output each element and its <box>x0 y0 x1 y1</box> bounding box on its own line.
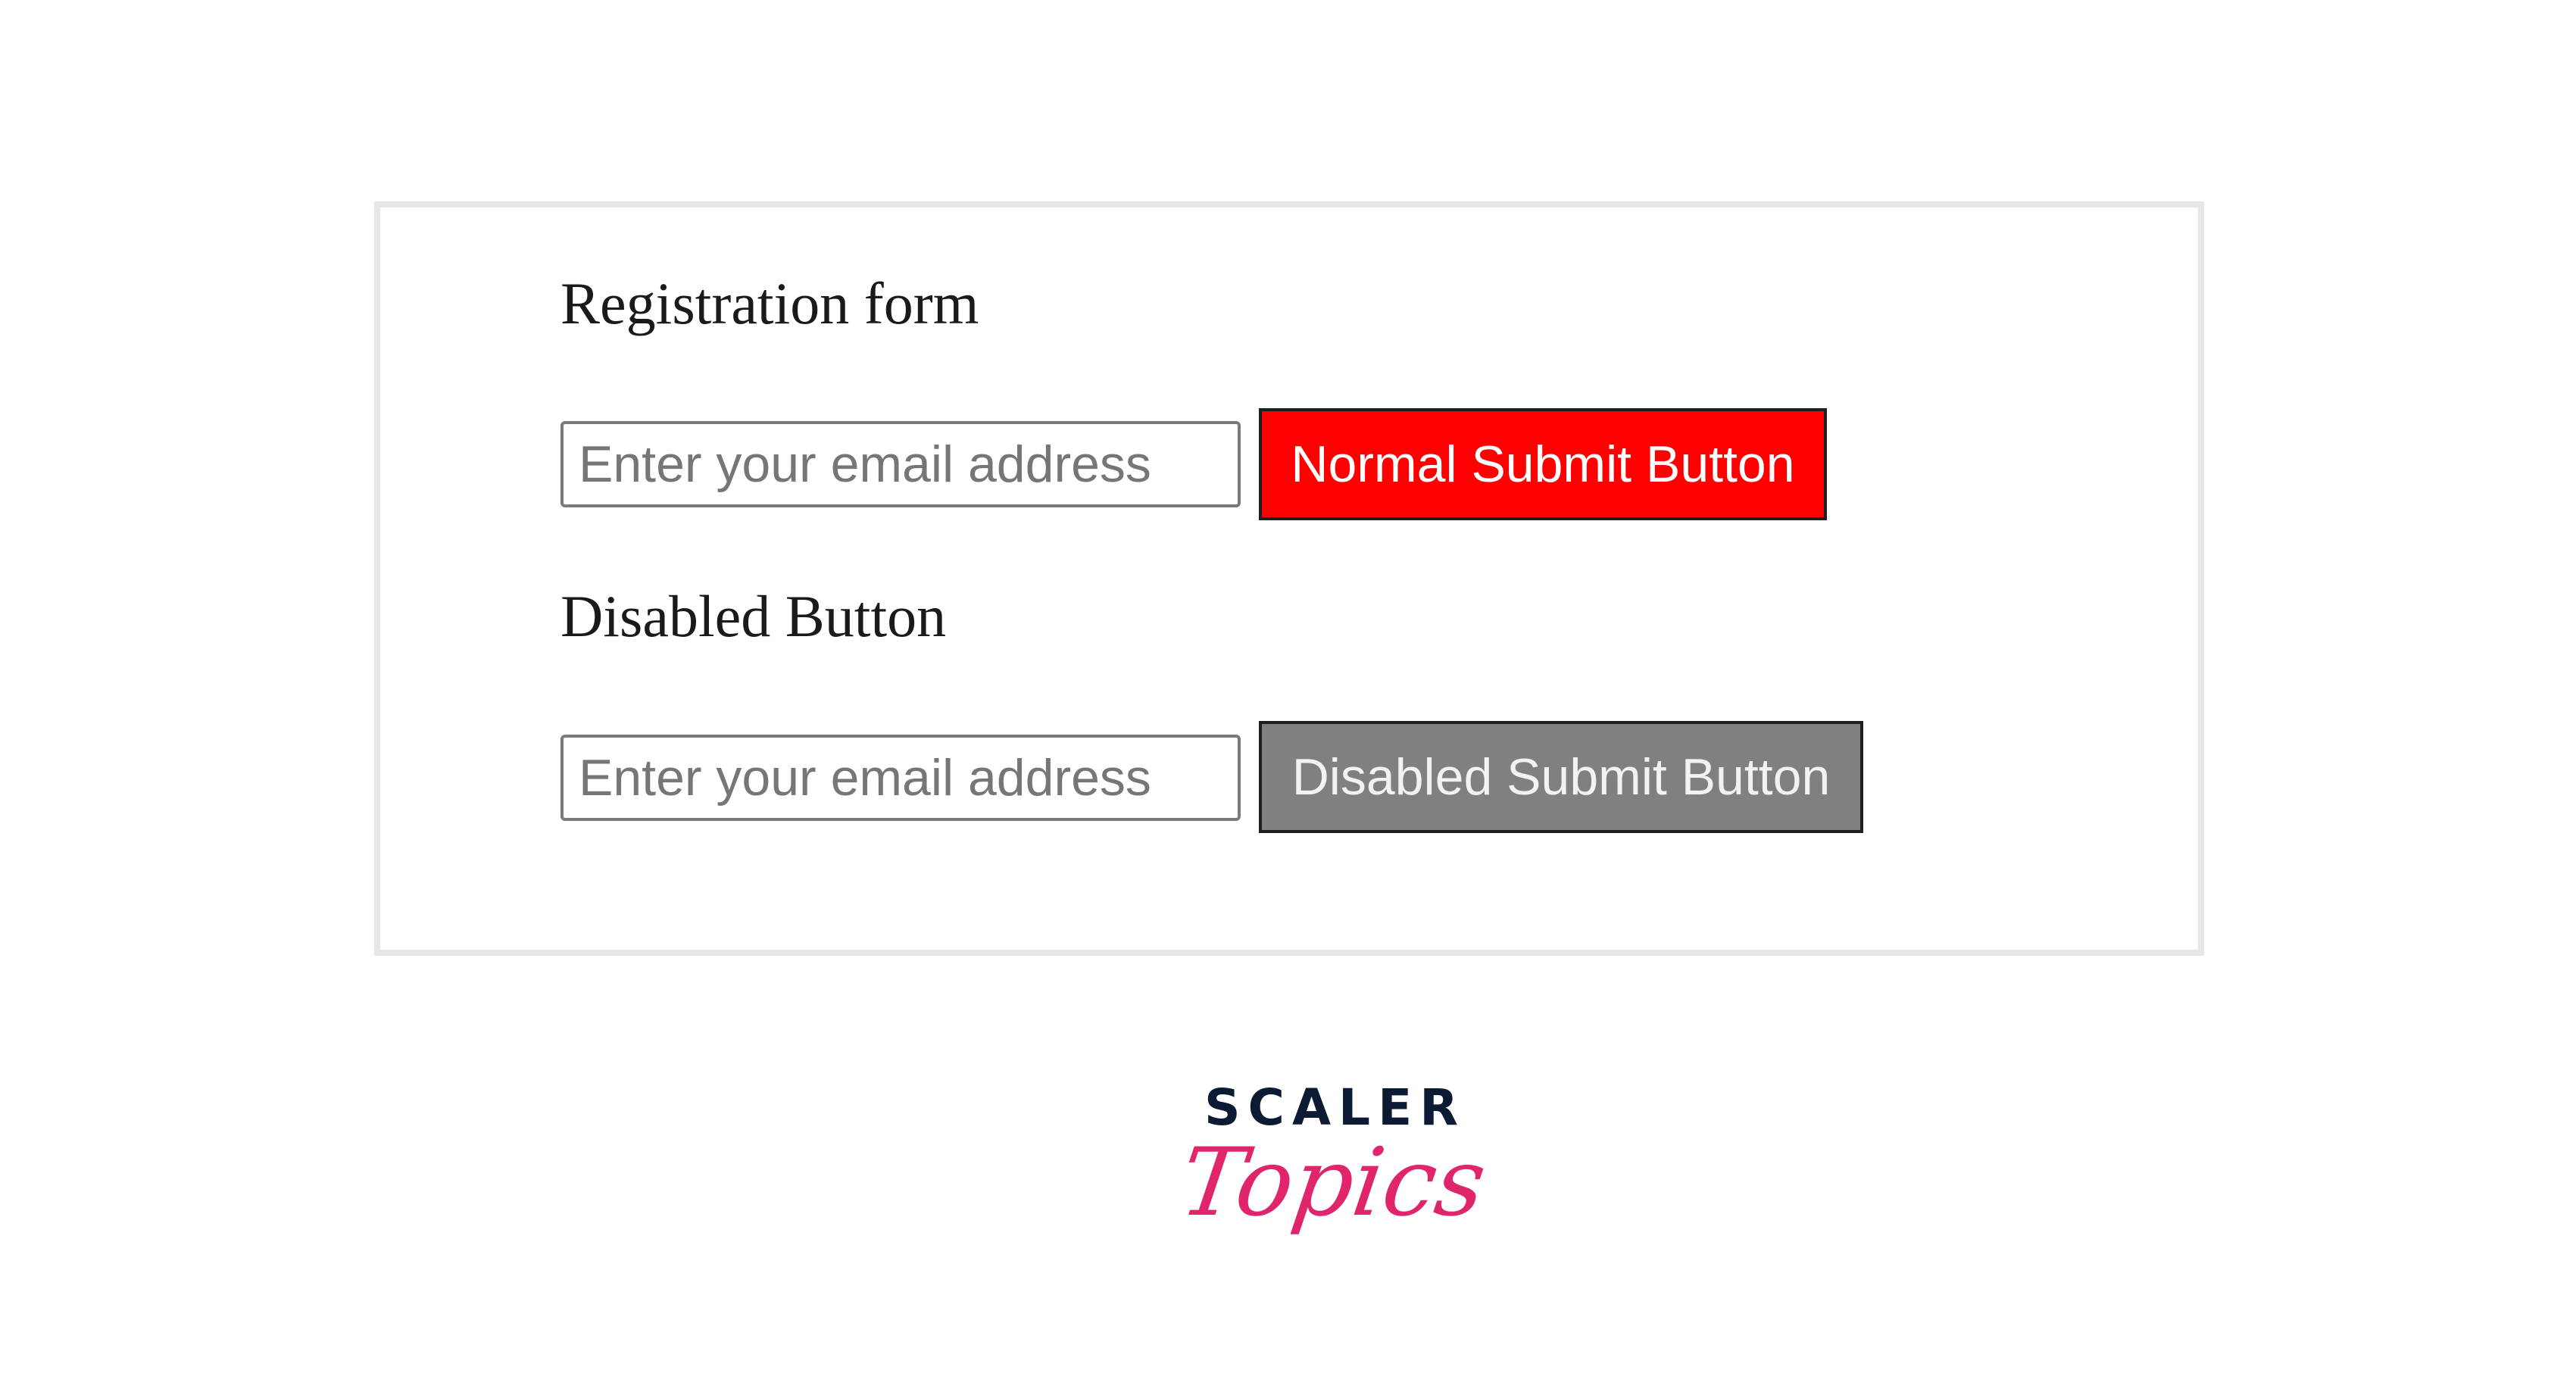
scaler-topics-logo: SCALER Topics <box>1174 1083 1492 1280</box>
disabled-section-email-input[interactable] <box>560 735 1241 821</box>
logo-topics-text: Topics <box>1173 1128 1492 1237</box>
logo-scaler-text: SCALER <box>1204 1078 1466 1137</box>
email-input[interactable] <box>560 421 1241 507</box>
registration-form-heading: Registration form <box>560 270 979 336</box>
normal-submit-button[interactable]: Normal Submit Button <box>1259 408 1827 520</box>
disabled-submit-button: Disabled Submit Button <box>1259 721 1863 833</box>
disabled-button-heading: Disabled Button <box>560 583 947 649</box>
